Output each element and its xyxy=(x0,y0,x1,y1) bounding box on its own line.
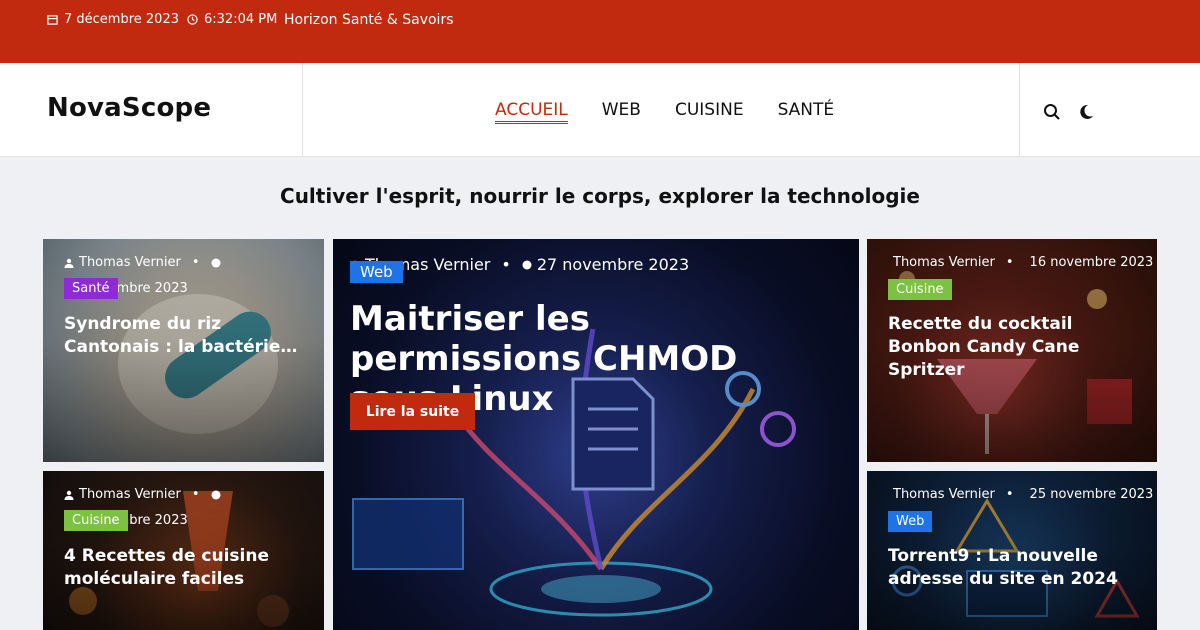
category-badge[interactable]: Cuisine xyxy=(888,279,952,300)
post-author[interactable]: Thomas Vernier xyxy=(893,255,995,270)
image-shade xyxy=(333,239,859,630)
post-card[interactable]: Thomas Vernier • 28 novembre 2023 Cuisin… xyxy=(43,471,324,630)
clock-icon xyxy=(187,14,198,25)
top-bar: 7 décembre 2023 6:32:04 PM Horizon Santé… xyxy=(0,0,1200,63)
nav-cuisine[interactable]: CUISINE xyxy=(675,100,744,124)
post-meta: Thomas Vernier • xyxy=(64,255,314,270)
nav-web[interactable]: WEB xyxy=(602,100,641,124)
post-card[interactable]: Thomas Vernier • 16 novembre 2023 Cuisin… xyxy=(867,239,1157,462)
separator-dot: • xyxy=(191,255,200,270)
post-author[interactable]: Thomas Vernier xyxy=(893,487,995,502)
post-title-text[interactable]: Syndrome du riz Cantonais : la bactérie… xyxy=(64,314,297,357)
category-badge[interactable]: Web xyxy=(350,261,403,283)
post-title[interactable]: Recette du cocktail Bonbon Candy Cane Sp… xyxy=(888,313,1139,382)
page-tagline: Cultiver l'esprit, nourrir le corps, exp… xyxy=(280,184,920,208)
post-date: 25 novembre 2023 xyxy=(1029,487,1154,502)
post-card[interactable]: Thomas Vernier • 25 novembre 2023 Web To… xyxy=(867,471,1157,630)
post-card[interactable]: Thomas Vernier • 29 novembre 2023 Santé … xyxy=(43,239,324,462)
category-badge[interactable]: Cuisine xyxy=(64,510,128,531)
post-date: 16 novembre 2023 xyxy=(1029,255,1154,270)
current-date: 7 décembre 2023 xyxy=(64,12,179,27)
clock-icon xyxy=(211,258,221,267)
featured-post-card[interactable]: Thomas Vernier • 27 novembre 2023 Web Ma… xyxy=(333,239,859,630)
current-time: 6:32:04 PM xyxy=(204,12,278,27)
post-title[interactable]: Syndrome du riz Cantonais : la bactérie… xyxy=(64,313,306,359)
post-author[interactable]: Thomas Vernier xyxy=(79,487,181,502)
site-header: NovaScope ACCUEIL WEB CUISINE SANTÉ xyxy=(0,63,1200,157)
nav-accueil[interactable]: ACCUEIL xyxy=(495,100,568,124)
nav-sante[interactable]: SANTÉ xyxy=(778,100,835,124)
search-icon[interactable] xyxy=(1043,103,1061,121)
divider xyxy=(302,63,303,157)
post-meta: Thomas Vernier • 27 novembre 2023 xyxy=(350,255,849,274)
post-meta: Thomas Vernier • 16 novembre 2023 xyxy=(888,255,1153,270)
separator-dot: • xyxy=(501,255,511,274)
main-nav: ACCUEIL WEB CUISINE SANTÉ xyxy=(495,100,834,124)
post-title[interactable]: Torrent9 : La nouvelle adresse du site e… xyxy=(888,545,1139,591)
separator-dot: • xyxy=(1005,255,1014,270)
separator-dot: • xyxy=(1005,487,1014,502)
site-logo[interactable]: NovaScope xyxy=(47,93,211,123)
clock-icon xyxy=(522,260,532,269)
time-item: 6:32:04 PM xyxy=(187,12,277,27)
post-date: 27 novembre 2023 xyxy=(536,255,690,274)
category-badge[interactable]: Santé xyxy=(64,278,118,299)
separator-dot: • xyxy=(191,487,200,502)
clock-icon xyxy=(211,490,221,499)
post-title[interactable]: 4 Recettes de cuisine moléculaire facile… xyxy=(64,545,306,591)
user-icon xyxy=(64,490,74,500)
post-author[interactable]: Thomas Vernier xyxy=(79,255,181,270)
divider xyxy=(1019,63,1020,157)
post-meta: Thomas Vernier • xyxy=(64,487,314,502)
read-more-button[interactable]: Lire la suite xyxy=(350,393,475,430)
dark-mode-icon[interactable] xyxy=(1077,103,1095,121)
user-icon xyxy=(64,258,74,268)
date-item: 7 décembre 2023 xyxy=(47,12,179,27)
calendar-icon xyxy=(47,15,58,25)
category-badge[interactable]: Web xyxy=(888,511,933,532)
post-meta: Thomas Vernier • 25 novembre 2023 xyxy=(888,487,1153,502)
site-tagline: Horizon Santé & Savoirs xyxy=(284,12,454,28)
